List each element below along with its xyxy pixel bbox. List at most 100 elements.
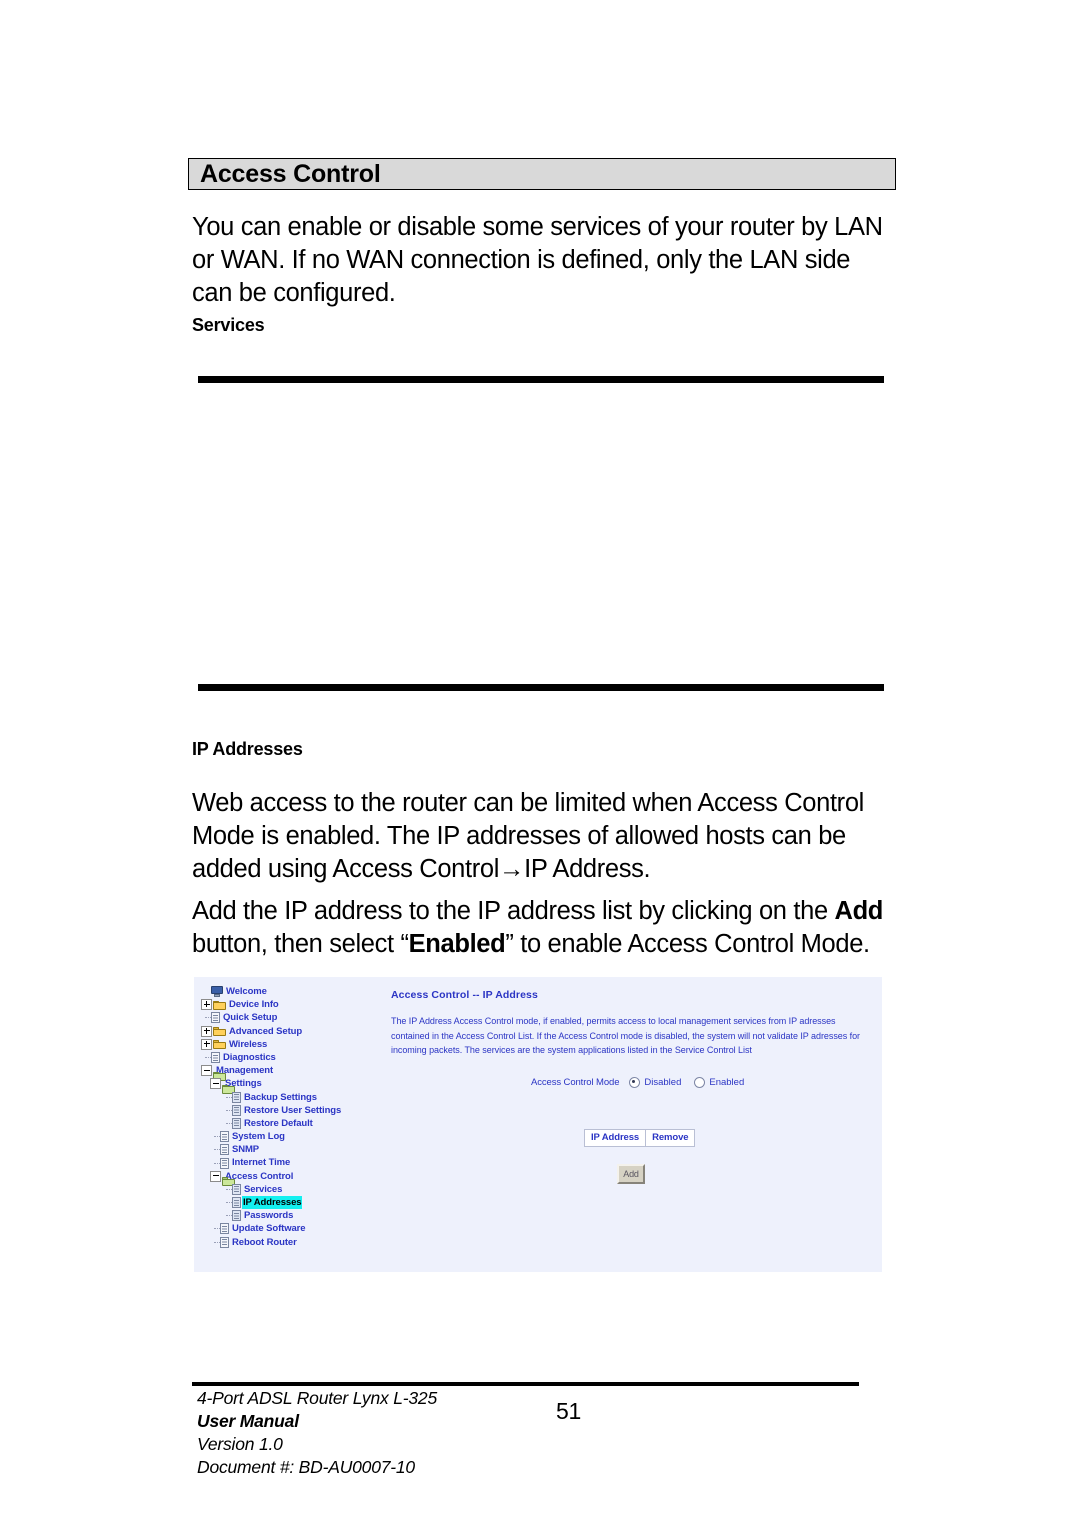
paragraph-3-bold-add: Add (834, 897, 884, 925)
tree-connector (210, 1224, 220, 1233)
divider-rule-bottom (198, 684, 884, 691)
folder-icon (213, 1000, 226, 1010)
page-title: Access Control (200, 159, 381, 188)
tree-item-ip-addresses[interactable]: IP Addresses (201, 1196, 391, 1210)
content-pane: Access Control -- IP Address The IP Addr… (391, 989, 871, 1058)
tree-item-restore-user-settings[interactable]: Restore User Settings (201, 1104, 391, 1117)
tree-item-label: Backup Settings (244, 1091, 317, 1103)
paragraph-3-text-a: Add the IP address to the IP address lis… (192, 897, 835, 925)
collapse-minus-icon[interactable] (210, 1170, 221, 1182)
tree-item-settings[interactable]: Settings (201, 1077, 391, 1094)
paragraph-2-text-b: IP Address. (524, 855, 651, 883)
tree-item-internet-time[interactable]: Internet Time (201, 1156, 391, 1169)
tree-item-welcome[interactable]: Welcome (201, 985, 391, 998)
tree-item-services[interactable]: Services (201, 1183, 391, 1196)
navigation-tree[interactable]: Welcome Device Info Quick Setup Advanced Se… (201, 985, 391, 1249)
tree-item-label: IP Addresses (242, 1196, 303, 1210)
footer: 4-Port ADSL Router Lynx L-325 User Manua… (197, 1387, 437, 1479)
tree-connector (210, 1132, 220, 1141)
manual-page: Access Control You can enable or disable… (0, 0, 1080, 1527)
tree-item-diagnostics[interactable]: Diagnostics (201, 1051, 391, 1064)
collapse-minus-icon[interactable] (210, 1078, 221, 1090)
tree-item-label: Update Software (232, 1223, 306, 1235)
monitor-icon (211, 986, 223, 998)
expand-plus-icon[interactable] (201, 1025, 212, 1037)
page-icon (220, 1131, 229, 1143)
radio-option-enabled[interactable]: Enabled (694, 1077, 744, 1088)
page-icon (220, 1223, 229, 1235)
paragraph-add-ip: Add the IP address to the IP address lis… (192, 895, 892, 961)
paragraph-3-text-c: ” to enable Access Control Mode. (505, 930, 870, 958)
pane-description: The IP Address Access Control mode, if e… (391, 1016, 860, 1055)
tree-item-management[interactable]: Management (201, 1064, 391, 1081)
footer-document-number: Document #: BD-AU0007-10 (197, 1457, 415, 1477)
tree-item-snmp[interactable]: SNMP (201, 1143, 391, 1156)
tree-item-advanced-setup[interactable]: Advanced Setup (201, 1025, 391, 1038)
page-blue-icon (232, 1197, 241, 1209)
tree-connector (222, 1198, 232, 1207)
page-icon (220, 1157, 229, 1169)
router-ui-screenshot: Welcome Device Info Quick Setup Advanced Se… (194, 977, 882, 1272)
tree-item-label: Device Info (229, 999, 279, 1011)
radio-enabled-icon[interactable] (694, 1077, 706, 1088)
tree-item-label: Wireless (229, 1038, 268, 1050)
tree-item-label: Internet Time (232, 1157, 291, 1169)
expand-plus-icon[interactable] (201, 999, 212, 1011)
divider-rule-top (198, 376, 884, 383)
paragraph-3-bold-enabled: Enabled (408, 930, 506, 958)
column-header-remove: Remove (645, 1129, 696, 1147)
folder-icon (213, 1026, 226, 1037)
page-number: 51 (556, 1398, 581, 1424)
footer-product: 4-Port ADSL Router Lynx L-325 (197, 1388, 437, 1408)
section-header: Access Control (188, 158, 896, 190)
page-icon (211, 1052, 220, 1064)
page-blue-icon (232, 1091, 241, 1103)
tree-item-device-info[interactable]: Device Info (201, 998, 391, 1011)
column-header-ip-address: IP Address (583, 1129, 647, 1147)
collapse-minus-icon[interactable] (201, 1065, 212, 1077)
tree-item-label: Restore Default (244, 1117, 313, 1129)
tree-connector (222, 1185, 232, 1194)
intro-paragraph: You can enable or disable some services … (192, 213, 883, 307)
footer-version: Version 1.0 (197, 1434, 283, 1454)
tree-item-wireless[interactable]: Wireless (201, 1038, 391, 1051)
tree-item-reboot-router[interactable]: Reboot Router (201, 1236, 391, 1249)
subhead-ip-addresses: IP Addresses (192, 739, 303, 759)
tree-item-system-log[interactable]: System Log (201, 1130, 391, 1143)
pane-title: Access Control -- IP Address (391, 989, 538, 1001)
radio-enabled-label: Enabled (709, 1077, 745, 1088)
tree-item-label: Diagnostics (223, 1051, 276, 1063)
tree-item-passwords[interactable]: Passwords (201, 1209, 391, 1222)
tree-connector (222, 1119, 232, 1128)
tree-item-label: System Log (232, 1131, 285, 1143)
folder-icon (213, 1039, 226, 1050)
paragraph-web-access: Web access to the router can be limited … (192, 787, 892, 886)
tree-item-label: SNMP (232, 1144, 260, 1156)
radio-option-disabled[interactable]: Disabled (629, 1077, 681, 1088)
tree-connector (210, 1238, 220, 1247)
tree-item-label: Passwords (244, 1210, 294, 1222)
tree-item-label: Quick Setup (223, 1012, 278, 1024)
tree-connector (222, 1211, 232, 1220)
ip-address-table: IP Address Remove (583, 1129, 696, 1147)
tree-connector (210, 1159, 220, 1168)
tree-item-label: Advanced Setup (229, 1025, 303, 1037)
expand-plus-icon[interactable] (201, 1038, 212, 1050)
tree-item-access-control[interactable]: Access Control (201, 1170, 391, 1187)
tree-item-quick-setup[interactable]: Quick Setup (201, 1011, 391, 1024)
page-icon (211, 1012, 220, 1024)
access-control-mode-label: Access Control Mode (531, 1077, 620, 1088)
page-blue-icon (232, 1117, 241, 1129)
tree-item-label: Restore User Settings (244, 1104, 342, 1116)
tree-connector (222, 1093, 232, 1102)
radio-disabled-icon[interactable] (629, 1077, 641, 1088)
arrow-glyph: → (499, 855, 525, 883)
table-header-row: IP Address Remove (583, 1129, 696, 1147)
tree-item-restore-default[interactable]: Restore Default (201, 1117, 391, 1130)
tree-connector (210, 1145, 220, 1154)
add-button[interactable]: Add (617, 1164, 645, 1184)
page-icon (220, 1144, 229, 1156)
tree-item-backup-settings[interactable]: Backup Settings (201, 1091, 391, 1104)
tree-item-update-software[interactable]: Update Software (201, 1222, 391, 1235)
paragraph-3-text-b: button, then select “ (192, 930, 409, 958)
